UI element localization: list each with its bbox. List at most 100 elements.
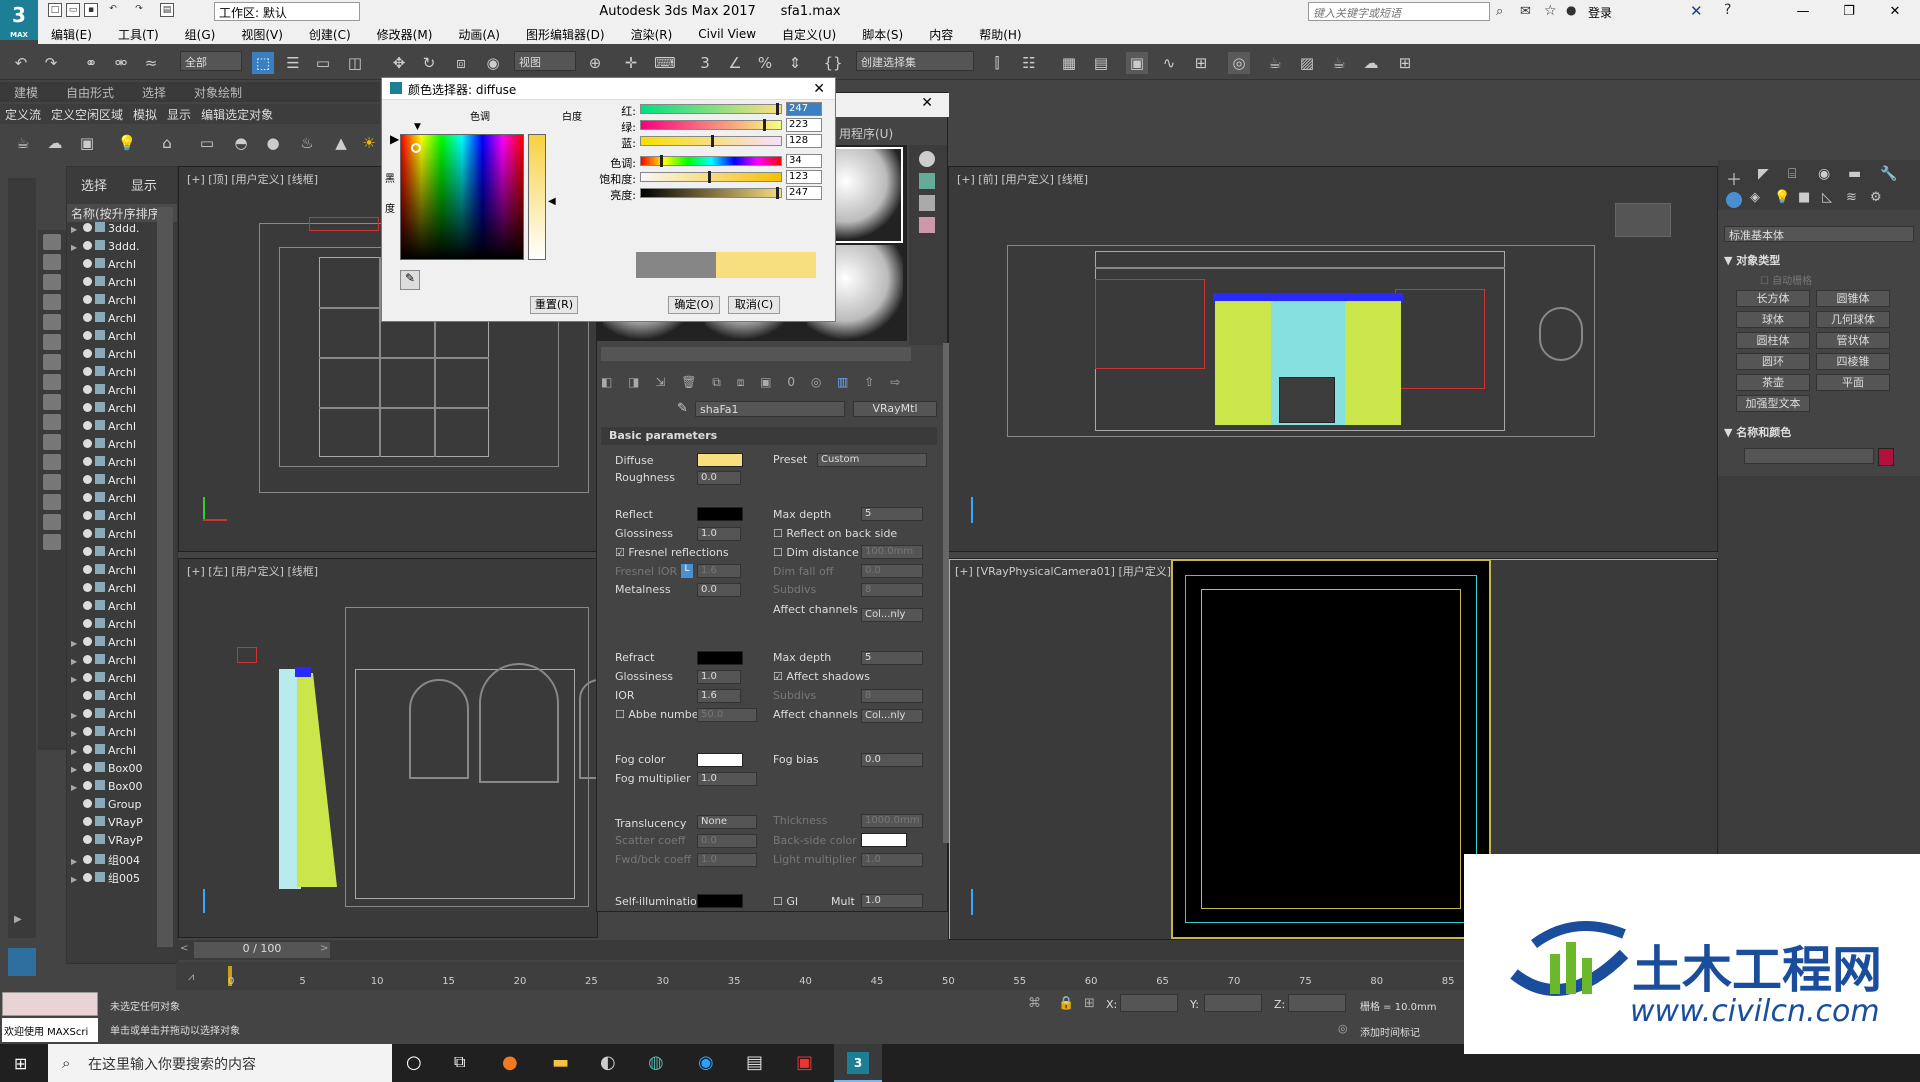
render-production-icon[interactable]: ☕ — [1328, 52, 1350, 74]
angle-snap-icon[interactable]: ∠ — [724, 52, 746, 74]
material-type-button[interactable]: VRayMtl — [853, 401, 937, 417]
visibility-eye-icon[interactable] — [83, 475, 92, 484]
put-to-scene-icon[interactable]: ◨ — [628, 375, 639, 389]
scene-explorer-icon[interactable]: ▣ — [1126, 52, 1148, 74]
geosphere-button[interactable]: 几何球体 — [1816, 311, 1890, 328]
visibility-eye-icon[interactable] — [83, 439, 92, 448]
exchange-icon[interactable]: ✕ — [1690, 2, 1703, 20]
textplus-button[interactable]: 加强型文本 — [1736, 395, 1810, 412]
put-to-library-icon[interactable]: ▣ — [760, 375, 771, 389]
color-row-spinner[interactable]: 123 — [786, 170, 822, 184]
rollout-object-type[interactable]: ▼ 对象类型 — [1724, 252, 1914, 268]
fog-color-swatch[interactable] — [697, 753, 743, 767]
refr-affect-channels-dropdown[interactable]: Col...nly — [861, 709, 923, 723]
taskbar-3dsmax-active[interactable]: 3 — [834, 1044, 882, 1082]
menu-modifiers[interactable]: 修改器(M) — [377, 26, 433, 43]
dim-distance-checkbox[interactable]: ☐ Dim distance — [773, 546, 859, 559]
placement-icon[interactable]: ◉ — [482, 52, 504, 74]
define-flows[interactable]: 定义流 — [5, 106, 41, 123]
task-view-icon[interactable]: ⧉ — [454, 1052, 465, 1072]
menu-animation[interactable]: 动画(A) — [458, 26, 500, 43]
maxscript-listener[interactable] — [2, 992, 98, 1016]
cameras-icon[interactable]: ■ — [1798, 190, 1810, 205]
color-row-spinner[interactable]: 34 — [786, 154, 822, 168]
redo-icon[interactable]: ↷ — [132, 3, 146, 17]
display-helpers-icon[interactable] — [43, 314, 61, 330]
visibility-eye-icon[interactable] — [83, 277, 92, 286]
create-tab-icon[interactable]: ＋ — [1726, 166, 1742, 190]
tab-object-paint[interactable]: 对象绘制 — [194, 84, 242, 101]
shapes-icon[interactable]: ◈ — [1750, 190, 1760, 205]
hue-arrow-icon[interactable]: ▼ — [414, 122, 421, 132]
app-icon-1[interactable]: ◐ — [600, 1052, 616, 1073]
firefox-icon[interactable]: ● — [502, 1052, 518, 1073]
display-tab-icon[interactable]: ▬ — [1848, 166, 1861, 182]
dim-distance-spinner[interactable]: 100.0mm — [861, 545, 923, 559]
color-row-slider[interactable] — [640, 119, 782, 131]
cone-button[interactable]: 圆锥体 — [1816, 290, 1890, 307]
motion-tab-icon[interactable]: ◉ — [1818, 166, 1830, 182]
display-frozen-icon[interactable] — [43, 434, 61, 450]
visibility-eye-icon[interactable] — [83, 493, 92, 502]
ok-button[interactable]: 确定(O) — [668, 296, 720, 314]
user-icon[interactable]: ● — [1566, 3, 1576, 17]
refl-max-depth-spinner[interactable]: 5 — [861, 507, 923, 521]
background-icon[interactable] — [919, 195, 935, 211]
lights-icon[interactable]: 💡 — [1774, 190, 1790, 205]
plane-icon[interactable]: ▭ — [196, 132, 218, 154]
visibility-eye-icon[interactable] — [83, 799, 92, 808]
menu-view[interactable]: 视图(V) — [241, 26, 283, 43]
show-in-viewport-icon[interactable]: ◎ — [811, 375, 821, 389]
modify-tab-icon[interactable]: ◤ — [1758, 166, 1769, 182]
viewport-label[interactable]: [+] [前] [用户定义] [线框] — [957, 171, 1088, 187]
eyedropper-icon[interactable]: ✎ — [677, 401, 688, 416]
preset-dropdown[interactable]: Custom — [817, 453, 927, 467]
visibility-eye-icon[interactable] — [83, 745, 92, 754]
visibility-eye-icon[interactable] — [83, 511, 92, 520]
refract-color-swatch[interactable] — [697, 651, 743, 665]
search-binoculars-icon[interactable]: ⌕ — [1496, 4, 1503, 19]
track-bar[interactable]: ⩘ 0 5 10 15 20 25 30 35 40 45 50 55 60 65 70 75 80 85 — [176, 962, 1466, 992]
gi-checkbox[interactable]: ☐ GI — [773, 895, 798, 908]
visibility-eye-icon[interactable] — [83, 619, 92, 628]
display-bones-icon[interactable] — [43, 394, 61, 410]
mated-menu-utilities[interactable]: 用程序(U) — [839, 125, 893, 142]
backside-color-swatch[interactable] — [861, 833, 907, 847]
windows-start-icon[interactable]: ⊞ — [14, 1054, 27, 1073]
favorites-star-icon[interactable]: ☆ — [1544, 3, 1557, 19]
go-parent-icon[interactable]: ⇧ — [864, 375, 874, 389]
taskbar-search-input[interactable]: 在这里输入你要搜索的内容 — [48, 1044, 392, 1082]
slider-marker[interactable] — [763, 119, 766, 131]
reset-map-icon[interactable]: 🗑 — [681, 375, 696, 389]
thickness-spinner[interactable]: 1000.0mm — [861, 814, 923, 828]
visibility-eye-icon[interactable] — [83, 349, 92, 358]
viewport-layout-icon[interactable] — [8, 948, 36, 976]
layer-explorer-icon[interactable]: ▦ — [1058, 52, 1080, 74]
teapot-icon[interactable]: ☕ — [12, 132, 34, 154]
expand-icon[interactable]: ▶ — [71, 639, 80, 648]
color-cursor[interactable] — [411, 143, 421, 153]
menu-edit[interactable]: 编辑(E) — [51, 26, 92, 43]
color-row-slider[interactable] — [640, 155, 782, 167]
sample-scrollbar[interactable] — [601, 347, 911, 361]
help-icon[interactable]: ? — [1724, 2, 1731, 18]
go-sibling-icon[interactable]: ⇨ — [890, 375, 900, 389]
material-editor-icon[interactable]: ◎ — [1228, 52, 1250, 74]
display-cameras-icon[interactable] — [43, 294, 61, 310]
display-hidden-icon[interactable] — [43, 454, 61, 470]
visibility-eye-icon[interactable] — [83, 457, 92, 466]
roughness-spinner[interactable]: 0.0 — [697, 471, 741, 485]
backlight-icon[interactable] — [919, 173, 935, 189]
visibility-eye-icon[interactable] — [83, 331, 92, 340]
sun-icon[interactable]: ☀ — [358, 132, 380, 154]
visibility-eye-icon[interactable] — [83, 547, 92, 556]
expand-icon[interactable]: ▶ — [71, 783, 80, 792]
autogrid-checkbox[interactable]: ☐ 自动栅格 — [1760, 272, 1812, 287]
hue-blackness-square[interactable] — [400, 134, 524, 260]
menu-tools[interactable]: 工具(T) — [118, 26, 159, 43]
ior-spinner[interactable]: 1.6 — [697, 689, 741, 703]
visibility-eye-icon[interactable] — [83, 855, 92, 864]
light-multiplier-spinner[interactable]: 1.0 — [861, 853, 923, 867]
whiteness-arrow-icon[interactable]: ◀ — [548, 196, 556, 207]
visibility-eye-icon[interactable] — [83, 529, 92, 538]
